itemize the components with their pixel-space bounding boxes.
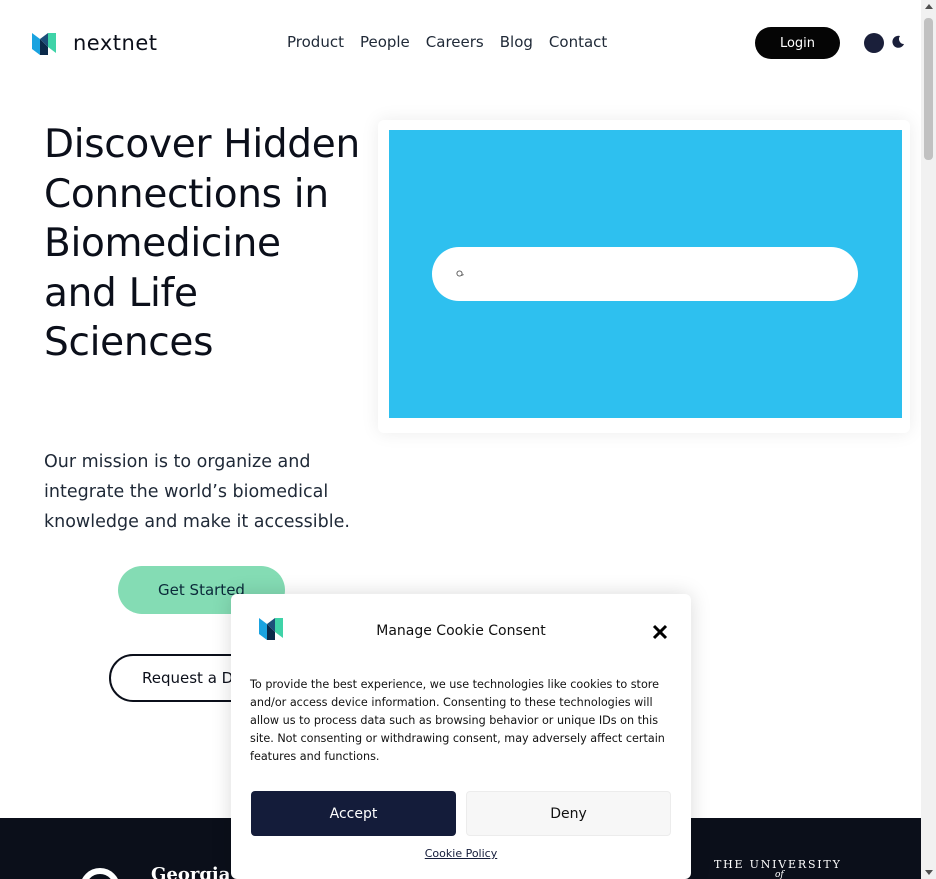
nav-product[interactable]: Product bbox=[287, 33, 344, 51]
brand-name: nextnet bbox=[73, 31, 158, 55]
accept-button[interactable]: Accept bbox=[251, 791, 456, 836]
nextnet-logo-icon bbox=[32, 33, 56, 55]
close-icon[interactable] bbox=[651, 623, 669, 641]
georgia-logo-icon bbox=[80, 868, 120, 879]
nav-careers[interactable]: Careers bbox=[426, 33, 484, 51]
moon-icon[interactable] bbox=[891, 35, 905, 49]
hero-title: Discover Hidden Connections in Biomedici… bbox=[44, 122, 360, 365]
scroll-down-arrow-icon[interactable] bbox=[925, 870, 933, 875]
site-header: nextnet Product People Careers Blog Cont… bbox=[0, 0, 921, 86]
nav-blog[interactable]: Blog bbox=[500, 33, 533, 51]
main-nav: Product People Careers Blog Contact bbox=[287, 33, 623, 51]
nav-people[interactable]: People bbox=[360, 33, 410, 51]
scroll-thumb[interactable] bbox=[924, 18, 933, 160]
cookie-modal-text: To provide the best experience, we use t… bbox=[250, 678, 665, 763]
hero-subtitle: Our mission is to organize and integrate… bbox=[44, 452, 350, 532]
scroll-up-arrow-icon[interactable] bbox=[925, 4, 933, 9]
theme-toggle[interactable] bbox=[864, 33, 884, 53]
demo-search-bar[interactable] bbox=[432, 247, 858, 301]
nav-contact[interactable]: Contact bbox=[549, 33, 607, 51]
partner-georgia: Georgia bbox=[151, 864, 231, 879]
brand-logo[interactable]: nextnet bbox=[31, 30, 158, 56]
cookie-modal-title: Manage Cookie Consent bbox=[376, 623, 546, 639]
cookie-consent-modal: Manage Cookie Consent To provide the bes… bbox=[231, 594, 691, 879]
partner-university-of: of bbox=[775, 870, 784, 879]
search-icon bbox=[456, 270, 464, 277]
page-scrollbar[interactable] bbox=[921, 0, 936, 879]
cookie-policy-link[interactable]: Cookie Policy bbox=[231, 847, 691, 860]
deny-button[interactable]: Deny bbox=[466, 791, 671, 836]
login-button[interactable]: Login bbox=[755, 27, 840, 59]
